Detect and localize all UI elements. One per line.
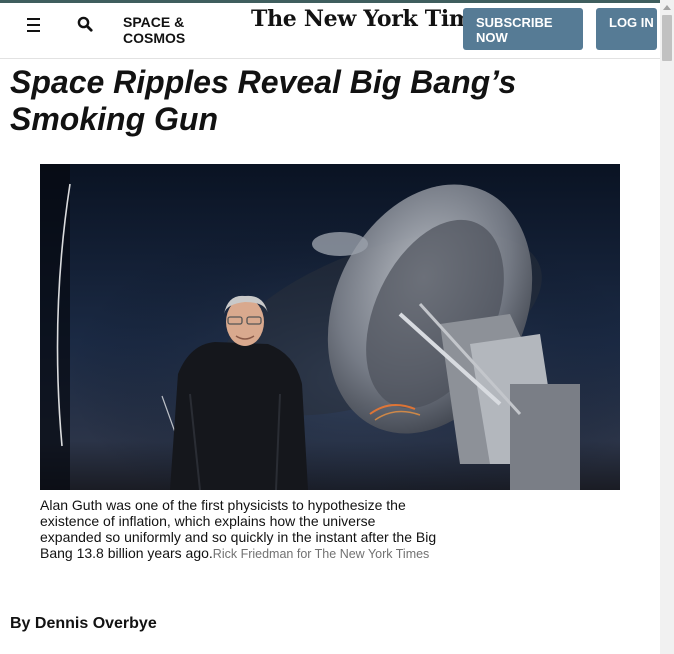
search-icon[interactable]: [74, 13, 98, 37]
scrollbar-thumb[interactable]: [662, 15, 672, 61]
article-photo: [40, 164, 620, 490]
photo-caption: Alan Guth was one of the first physicist…: [40, 497, 440, 562]
vertical-scrollbar[interactable]: [660, 0, 674, 654]
site-header: SPACE & COSMOS The New York Times SUBSCR…: [0, 3, 660, 59]
section-link-space-cosmos[interactable]: SPACE & COSMOS: [123, 14, 213, 46]
article-headline: Space Ripples Reveal Big Bang’s Smoking …: [10, 64, 517, 137]
article-byline[interactable]: By Dennis Overbye: [10, 615, 157, 633]
photo-credit: Rick Friedman for The New York Times: [212, 547, 430, 561]
scroll-up-arrow-icon[interactable]: [663, 5, 671, 10]
nyt-logo[interactable]: The New York Times: [251, 6, 498, 36]
subscribe-button[interactable]: SUBSCRIBE NOW: [463, 8, 583, 50]
login-button[interactable]: LOG IN: [596, 8, 657, 50]
hamburger-menu-icon[interactable]: [22, 13, 46, 37]
